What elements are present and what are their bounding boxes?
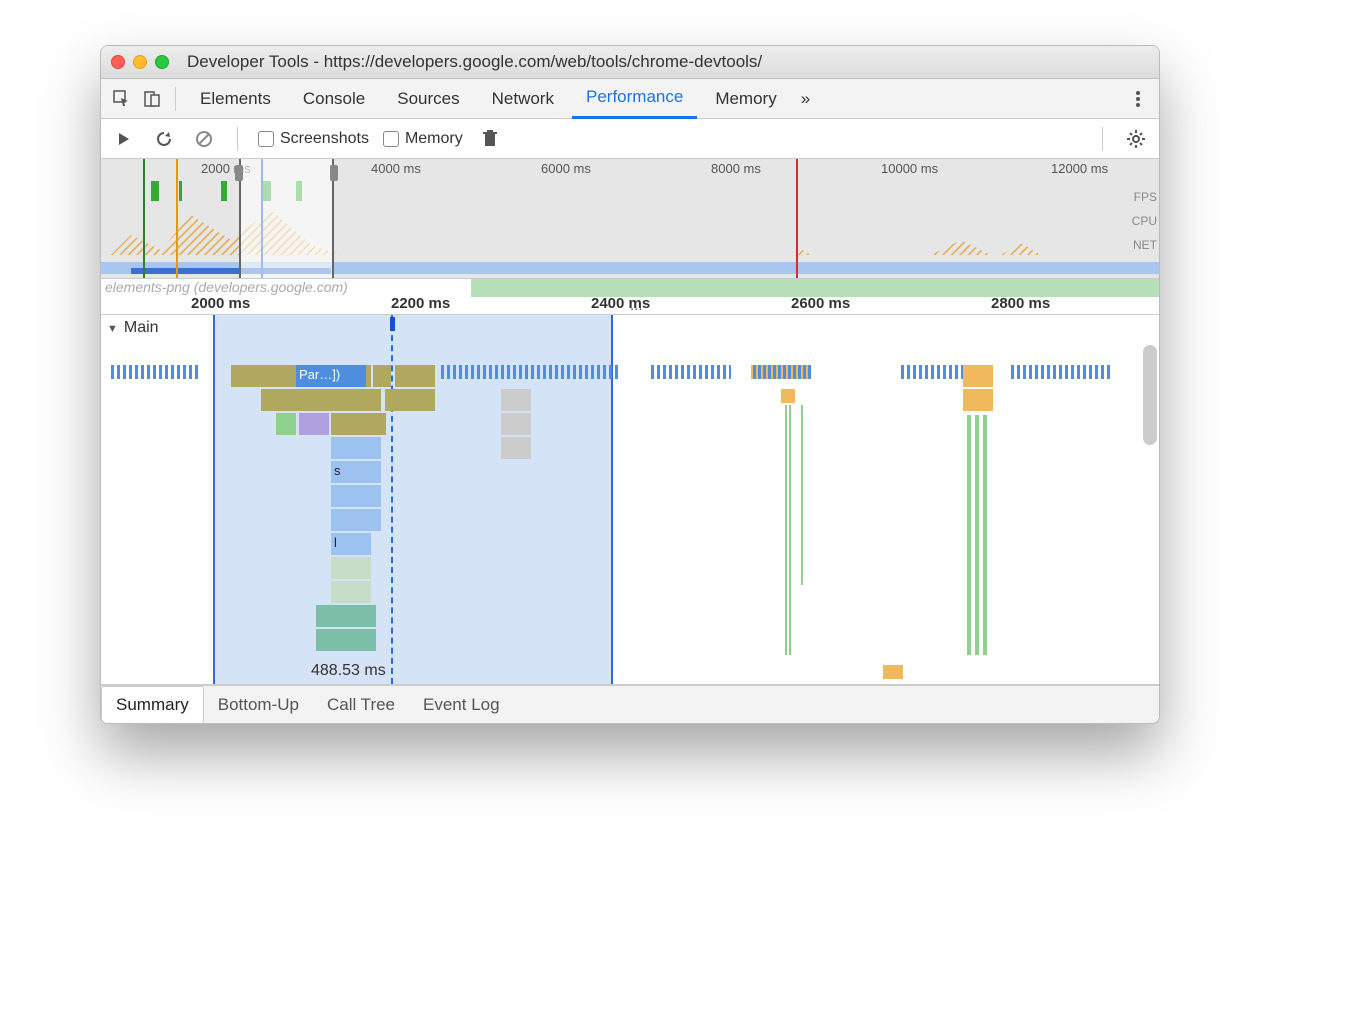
overview-timeline[interactable]: 2000 ms 4000 ms 6000 ms 8000 ms 10000 ms… [101,159,1159,279]
tick: 4000 ms [371,161,421,176]
tab-sources[interactable]: Sources [383,79,473,119]
flame-task[interactable] [395,365,435,387]
devtools-tabbar: Elements Console Sources Network Perform… [101,79,1159,119]
zoom-window-icon[interactable] [155,55,169,69]
tick: 10000 ms [881,161,938,176]
marker-green [143,159,145,278]
tab-performance[interactable]: Performance [572,79,697,119]
flame-bar[interactable] [801,405,803,585]
minimize-window-icon[interactable] [133,55,147,69]
memory-checkbox[interactable]: Memory [383,130,463,148]
separator [1102,127,1103,151]
flame-bar[interactable] [781,389,795,403]
tick: 2800 ms [991,295,1050,312]
flame-bar[interactable] [501,389,531,411]
flame-bar[interactable] [261,389,381,411]
flame-bar[interactable] [331,581,371,603]
selection-handle-right[interactable] [330,165,338,181]
flame-bar[interactable] [983,415,987,655]
window-title: Developer Tools - https://developers.goo… [187,52,1149,72]
flame-bar[interactable] [331,485,381,507]
marker-red [796,159,798,278]
details-tabbar: Summary Bottom-Up Call Tree Event Log [101,685,1159,723]
flame-bar[interactable] [883,665,903,679]
ellipsis: ... [630,297,643,314]
garbage-collect-icon[interactable] [477,126,503,152]
flame-bar[interactable] [331,437,381,459]
flame-l[interactable]: l [331,533,371,555]
main-thread-label[interactable]: Main [107,319,159,337]
flame-bar[interactable] [331,557,371,579]
tick: 6000 ms [541,161,591,176]
marker-orange [176,159,178,278]
close-window-icon[interactable] [111,55,125,69]
tab-bottom-up[interactable]: Bottom-Up [204,686,313,724]
reload-button-icon[interactable] [151,126,177,152]
tab-elements[interactable]: Elements [186,79,285,119]
flame-bar[interactable] [331,413,386,435]
devtools-window: Developer Tools - https://developers.goo… [100,45,1160,724]
detail-ruler[interactable]: elements-png (developers.google.com) 200… [101,279,1159,315]
flame-task[interactable] [373,365,391,387]
tick: 8000 ms [711,161,761,176]
tick: 2600 ms [791,295,850,312]
settings-icon[interactable] [1123,126,1149,152]
flame-bar[interactable] [789,405,791,655]
tab-memory[interactable]: Memory [701,79,790,119]
flame-bar[interactable] [316,605,376,627]
tick: 12000 ms [1051,161,1108,176]
flame-bar[interactable] [975,415,979,655]
flame-bar[interactable] [316,629,376,651]
record-button-icon[interactable] [111,126,137,152]
memory-label: Memory [405,130,463,148]
tab-event-log[interactable]: Event Log [409,686,514,724]
screenshots-label: Screenshots [280,130,369,148]
flame-bar[interactable] [785,405,787,655]
tabs-overflow-icon[interactable]: » [795,79,816,119]
flame-bar[interactable] [385,389,435,411]
tick: 2000 ms [191,295,250,312]
tab-console[interactable]: Console [289,79,379,119]
traffic-lights [111,55,169,69]
main-thread-panel[interactable]: Main 488.53 ms Par…]) s [101,315,1159,685]
flame-parse[interactable]: Par…]) [296,365,366,387]
selection-handle-left[interactable] [235,165,243,181]
flame-bar[interactable] [963,389,993,411]
device-toolbar-icon[interactable] [139,86,165,112]
titlebar: Developer Tools - https://developers.goo… [101,46,1159,79]
tick: 2200 ms [391,295,450,312]
separator [175,87,176,111]
tab-summary[interactable]: Summary [101,686,204,724]
cursor-marker [390,317,395,331]
ghost-network-label: elements-png (developers.google.com) [105,279,348,295]
flame-bar[interactable] [963,365,993,387]
flame-bar[interactable] [299,413,329,435]
more-options-icon[interactable] [1125,86,1151,112]
separator [237,127,238,151]
flame-bar[interactable] [967,415,971,655]
screenshots-checkbox[interactable]: Screenshots [258,130,369,148]
selection-duration: 488.53 ms [311,662,386,680]
tab-network[interactable]: Network [478,79,568,119]
flame-bar[interactable] [276,413,296,435]
tab-call-tree[interactable]: Call Tree [313,686,409,724]
scrollbar-thumb[interactable] [1143,345,1157,445]
flame-bar[interactable] [501,413,531,435]
cursor-dashed-line [391,315,393,684]
flame-bar[interactable] [331,509,381,531]
clear-button-icon[interactable] [191,126,217,152]
inspect-element-icon[interactable] [109,86,135,112]
flame-s[interactable]: s [331,461,381,483]
performance-toolbar: Screenshots Memory [101,119,1159,159]
flame-bar[interactable] [501,437,531,459]
overview-selection[interactable] [239,159,334,278]
